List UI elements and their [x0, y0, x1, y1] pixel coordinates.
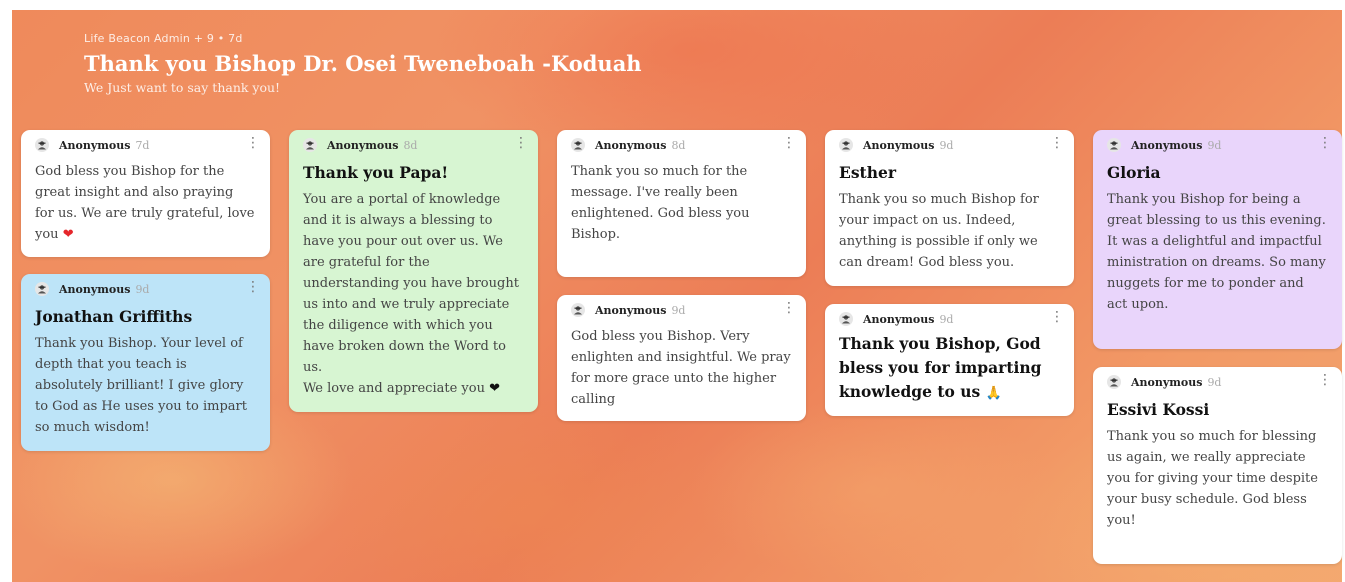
- post-body: God bless you Bishop. Very enlighten and…: [571, 329, 791, 407]
- more-vertical-icon[interactable]: ⋮: [1318, 373, 1332, 387]
- anonymous-avatar-icon: [303, 138, 317, 152]
- anonymous-avatar-icon: [571, 303, 585, 317]
- post-header: Anonymous 9d: [839, 312, 1060, 326]
- more-vertical-icon[interactable]: ⋮: [1318, 136, 1332, 150]
- post-age: 8d: [403, 138, 418, 152]
- anonymous-avatar-icon: [571, 138, 585, 152]
- anonymous-avatar-icon: [35, 138, 49, 152]
- post-author: Anonymous: [1131, 375, 1203, 389]
- post-author: Anonymous: [59, 282, 131, 296]
- board-meta: Life Beacon Admin + 9 • 7d: [84, 32, 243, 45]
- post-card[interactable]: Anonymous 7d ⋮ God bless you Bishop for …: [21, 130, 270, 257]
- post-age: 7d: [135, 138, 150, 152]
- post-body: Thank you Bishop. Your level of depth th…: [35, 336, 247, 436]
- anonymous-avatar-icon: [1107, 375, 1121, 389]
- post-subject: Essivi Kossi: [1107, 400, 1210, 419]
- post-author: Anonymous: [863, 312, 935, 326]
- more-vertical-icon[interactable]: ⋮: [246, 136, 260, 150]
- post-author: Anonymous: [863, 138, 935, 152]
- post-header: Anonymous 9d: [1107, 138, 1328, 152]
- post-header: Anonymous 9d: [571, 303, 792, 317]
- post-author: Anonymous: [59, 138, 131, 152]
- post-header: Anonymous 8d: [303, 138, 524, 152]
- praying-hands-icon: 🙏: [985, 386, 1002, 401]
- post-author: Anonymous: [327, 138, 399, 152]
- post-card[interactable]: Anonymous 9d ⋮ Esther Thank you so much …: [825, 130, 1074, 286]
- post-author: Anonymous: [595, 138, 667, 152]
- post-card[interactable]: Anonymous 9d ⋮ Jonathan Griffiths Thank …: [21, 274, 270, 451]
- post-subject: Thank you Papa!: [303, 163, 449, 182]
- post-body: You are a portal of knowledge and it is …: [303, 189, 524, 399]
- post-subject: Gloria: [1107, 163, 1161, 182]
- post-age: 9d: [671, 303, 686, 317]
- post-age: 9d: [939, 312, 954, 326]
- post-card[interactable]: Anonymous 8d ⋮ Thank you Papa! You are a…: [289, 130, 538, 412]
- post-card[interactable]: Anonymous 9d ⋮ Essivi Kossi Thank you so…: [1093, 367, 1342, 564]
- post-header: Anonymous 9d: [35, 282, 256, 296]
- post-header: Anonymous 8d: [571, 138, 792, 152]
- post-card[interactable]: Anonymous 8d ⋮ Thank you so much for the…: [557, 130, 806, 277]
- anonymous-avatar-icon: [1107, 138, 1121, 152]
- post-header: Anonymous 7d: [35, 138, 256, 152]
- board-title: Thank you Bishop Dr. Osei Tweneboah -Kod…: [84, 51, 642, 76]
- anonymous-avatar-icon: [839, 138, 853, 152]
- board-subtitle: We Just want to say thank you!: [84, 80, 281, 95]
- post-card[interactable]: Anonymous 9d ⋮ God bless you Bishop. Ver…: [557, 295, 806, 421]
- post-subject-text: Thank you Bishop, God bless you for impa…: [839, 334, 1042, 401]
- post-author: Anonymous: [1131, 138, 1203, 152]
- more-vertical-icon[interactable]: ⋮: [514, 136, 528, 150]
- post-age: 8d: [671, 138, 686, 152]
- post-subject: Esther: [839, 163, 896, 182]
- post-body: Thank you so much for blessing us again,…: [1107, 429, 1318, 529]
- anonymous-avatar-icon: [35, 282, 49, 296]
- post-body-text: You are a portal of knowledge and it is …: [303, 192, 519, 376]
- post-age: 9d: [135, 282, 150, 296]
- post-card[interactable]: Anonymous 9d ⋮ Gloria Thank you Bishop f…: [1093, 130, 1342, 349]
- more-vertical-icon[interactable]: ⋮: [782, 136, 796, 150]
- anonymous-avatar-icon: [839, 312, 853, 326]
- post-body-text-2: We love and appreciate you: [303, 381, 485, 397]
- post-body: Thank you so much Bishop for your impact…: [839, 192, 1039, 271]
- post-header: Anonymous 9d: [839, 138, 1060, 152]
- heart-icon: ❤: [62, 227, 74, 242]
- heart-icon: ❤: [489, 381, 500, 397]
- post-card[interactable]: Anonymous 9d ⋮ Thank you Bishop, God ble…: [825, 304, 1074, 416]
- more-vertical-icon[interactable]: ⋮: [1050, 310, 1064, 324]
- post-header: Anonymous 9d: [1107, 375, 1328, 389]
- post-subject: Thank you Bishop, God bless you for impa…: [839, 332, 1060, 406]
- board-header: Life Beacon Admin + 9 • 7d Thank you Bis…: [84, 32, 642, 95]
- post-author: Anonymous: [595, 303, 667, 317]
- post-body: Thank you so much for the message. I've …: [571, 164, 750, 242]
- post-age: 9d: [1207, 375, 1222, 389]
- more-vertical-icon[interactable]: ⋮: [1050, 136, 1064, 150]
- more-vertical-icon[interactable]: ⋮: [246, 280, 260, 294]
- post-body: God bless you Bishop for the great insig…: [35, 161, 256, 245]
- more-vertical-icon[interactable]: ⋮: [782, 301, 796, 315]
- post-age: 9d: [1207, 138, 1222, 152]
- post-body: Thank you Bishop for being a great bless…: [1107, 192, 1326, 313]
- post-age: 9d: [939, 138, 954, 152]
- post-subject: Jonathan Griffiths: [35, 307, 193, 326]
